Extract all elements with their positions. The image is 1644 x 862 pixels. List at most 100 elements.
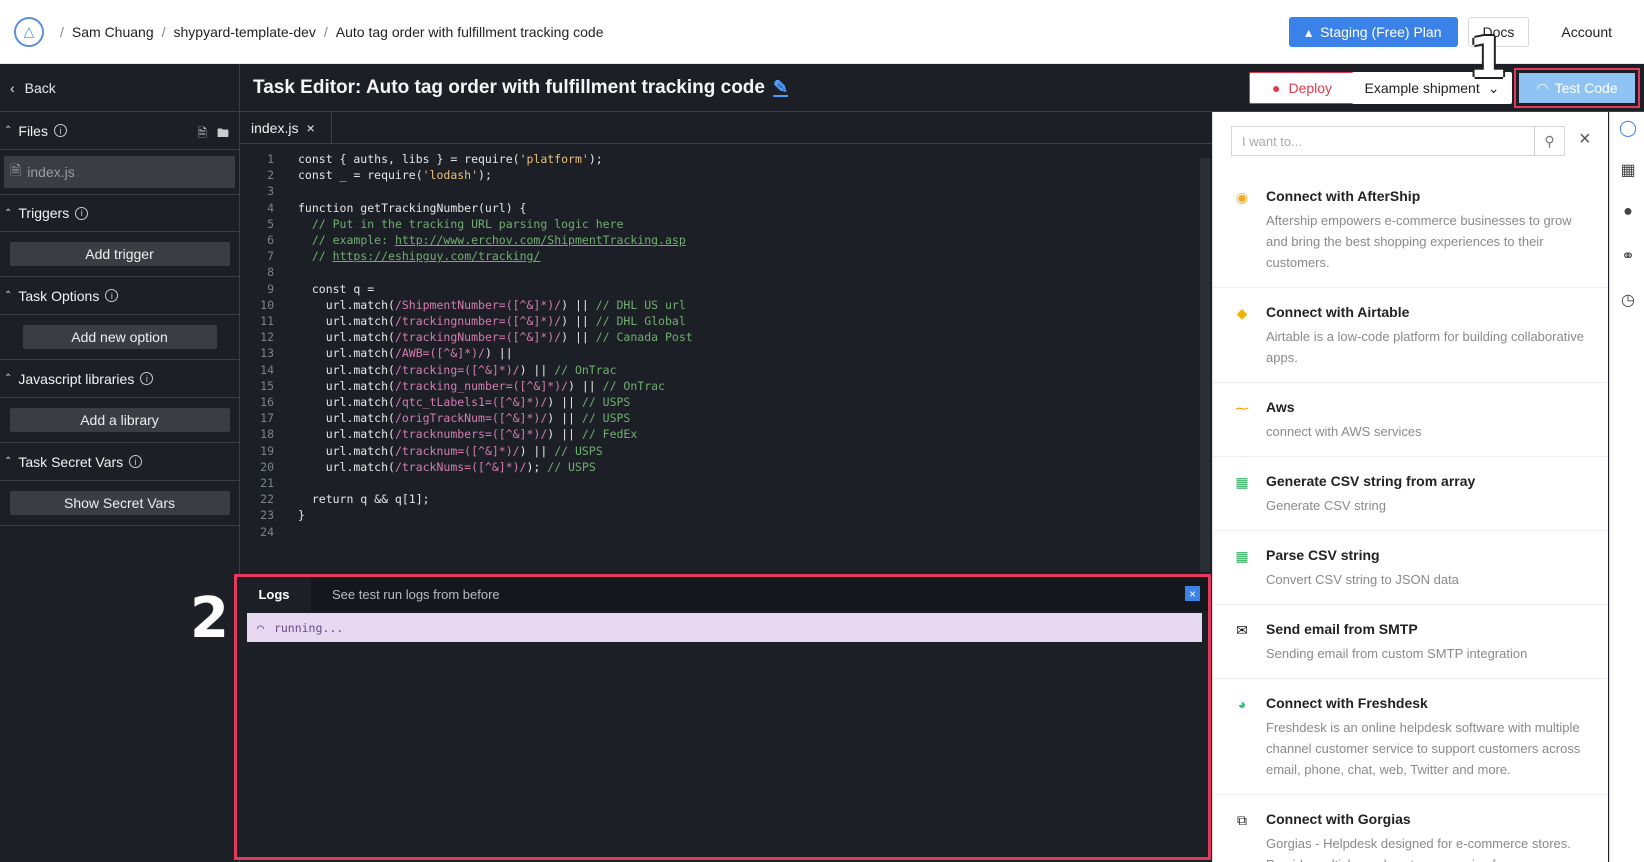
code-text[interactable]: const _ = require('lodash'); (298, 168, 492, 182)
code-line[interactable]: 4 function getTrackingNumber(url) { (240, 201, 1212, 218)
info-icon[interactable]: i (53, 124, 67, 137)
task-options-section-header[interactable]: ⌃ Task Options i (0, 277, 239, 315)
breadcrumb-project[interactable]: shypyard-template-dev (174, 24, 316, 40)
back-button[interactable]: ‹ Back (0, 64, 239, 112)
info-icon[interactable]: i (75, 206, 89, 220)
account-link[interactable]: Account (1539, 24, 1624, 40)
code-line[interactable]: 12 url.match(/trackingNumber=([^&]*)/) |… (240, 330, 1212, 347)
line-number: 3 (267, 184, 274, 199)
code-line[interactable]: 17 url.match(/origTrackNum=([^&]*)/) || … (240, 411, 1212, 428)
integration-item[interactable]: ✉ Send email from SMTP Sending email from … (1213, 605, 1608, 679)
code-text[interactable]: url.match(/trackingNumber=([^&]*)/) || /… (298, 330, 693, 344)
add-trigger-button[interactable]: Add trigger (9, 242, 230, 266)
file-name: index.js (27, 164, 75, 180)
code-line[interactable]: 22 return q && q[1]; (240, 492, 1212, 509)
code-text[interactable]: url.match(/qtc_tLabels1=([^&]*)/) || // … (298, 395, 631, 409)
code-line[interactable]: 11 url.match(/trackingnumber=([^&]*)/) |… (240, 314, 1212, 331)
info-icon[interactable]: i (140, 372, 154, 385)
code-line[interactable]: 24 (240, 525, 1212, 542)
plan-button[interactable]: ▴ Staging (Free) Plan (1289, 17, 1458, 47)
triggers-section-header[interactable]: ⌃ Triggers i (0, 194, 239, 232)
code-text[interactable]: url.match(/tracking=([^&]*)/) || // OnTr… (298, 363, 617, 377)
info-icon[interactable]: i (105, 289, 119, 302)
tab-logs[interactable]: Logs (237, 577, 311, 611)
search-icon[interactable]: ⚲ (1534, 126, 1564, 156)
code-text[interactable]: url.match(/trackNums=([^&]*)/); // USPS (298, 460, 596, 474)
code-scrollbar[interactable] (1200, 158, 1210, 572)
code-line[interactable]: 5 // Put in the tracking URL parsing log… (240, 217, 1212, 234)
code-text[interactable]: const { auths, libs } = require('platfor… (298, 152, 603, 166)
integration-item[interactable]: ⁓ Aws connect with AWS services (1213, 383, 1608, 457)
new-folder-icon[interactable]: 🖿 (217, 124, 229, 145)
code-line[interactable]: 6 // example: http://www.erchov.com/Ship… (240, 233, 1212, 250)
integration-item[interactable]: ◕ Connect with Freshdesk Freshdesk is an o… (1213, 679, 1608, 795)
code-text[interactable]: url.match(/tracking_number=([^&]*)/) || … (298, 379, 665, 393)
code-line[interactable]: 7 // https://eshipguy.com/tracking/ (240, 249, 1212, 266)
add-option-button[interactable]: Add new option (22, 325, 217, 349)
code-line[interactable]: 23} (240, 508, 1212, 525)
info-icon[interactable]: i (129, 455, 143, 468)
deploy-button[interactable]: ● Deploy (1249, 72, 1356, 104)
top-bar: △ / Sam Chuang / shypyard-template-dev /… (0, 0, 1644, 64)
code-line[interactable]: 16 url.match(/qtc_tLabels1=([^&]*)/) || … (240, 395, 1212, 412)
grid-icon[interactable]: ▦ (1618, 160, 1638, 180)
lightbulb-icon[interactable]: ◯ (1618, 118, 1638, 138)
libraries-section-header[interactable]: ⌃ Javascript libraries i (0, 360, 239, 398)
history-icon[interactable]: ◷ (1618, 290, 1638, 310)
secret-vars-section-header[interactable]: ⌃ Task Secret Vars i (0, 443, 239, 481)
code-line[interactable]: 1 const { auths, libs } = require('platfo… (240, 152, 1212, 169)
code-line[interactable]: 13 url.match(/AWB=([^&]*)/) || (240, 346, 1212, 363)
code-line[interactable]: 21 (240, 476, 1212, 493)
code-text[interactable]: url.match(/ShipmentNumber=([^&]*)/) || /… (298, 298, 686, 312)
code-text[interactable]: const q = (298, 282, 374, 296)
loading-spinner-icon: ◠ (1536, 79, 1549, 96)
code-line[interactable]: 18 url.match(/tracknumbers=([^&]*)/) || … (240, 427, 1212, 444)
close-icon[interactable]: × (306, 120, 314, 136)
show-secret-vars-button[interactable]: Show Secret Vars (9, 491, 230, 515)
integration-item[interactable]: ▦ Generate CSV string from array Generate … (1213, 457, 1608, 531)
search-box[interactable]: I want to... ⚲ (1231, 126, 1565, 156)
file-item[interactable]: 🗎 index.js (4, 156, 235, 188)
new-file-icon[interactable]: 🗎 (197, 124, 207, 145)
tab-log-history[interactable]: See test run logs from before (332, 577, 500, 611)
code-text[interactable]: // https://eshipguy.com/tracking/ (298, 249, 541, 263)
code-text[interactable]: url.match(/trackingnumber=([^&]*)/) || /… (298, 314, 686, 328)
close-icon[interactable]: × (1579, 128, 1591, 151)
code-text[interactable]: url.match(/tracknum=([^&]*)/) || // USPS (298, 444, 603, 458)
code-text[interactable]: url.match(/origTrackNum=([^&]*)/) || // … (298, 411, 631, 425)
search-input[interactable]: I want to... (1232, 134, 1534, 149)
code-text[interactable]: // Put in the tracking URL parsing logic… (298, 217, 624, 231)
code-line[interactable]: 3 (240, 184, 1212, 201)
code-line[interactable]: 15 url.match(/tracking_number=([^&]*)/) … (240, 379, 1212, 396)
tab-index-js[interactable]: index.js × (240, 112, 332, 144)
close-icon[interactable]: × (1185, 586, 1200, 601)
code-line[interactable]: 20 url.match(/trackNums=([^&]*)/); // US… (240, 460, 1212, 477)
code-line[interactable]: 10 url.match(/ShipmentNumber=([^&]*)/) |… (240, 298, 1212, 315)
plug-icon[interactable]: ⚭ (1618, 246, 1638, 266)
breadcrumb-user[interactable]: Sam Chuang (72, 24, 154, 40)
logs-tabs: Logs See test run logs from before × (237, 577, 1208, 611)
code-line[interactable]: 8 (240, 265, 1212, 282)
code-text[interactable]: // example: http://www.erchov.com/Shipme… (298, 233, 686, 247)
code-text[interactable]: function getTrackingNumber(url) { (298, 201, 526, 215)
integration-item[interactable]: ⧉ Connect with Gorgias Gorgias - Helpdesk … (1213, 795, 1608, 862)
code-line[interactable]: 14 url.match(/tracking=([^&]*)/) || // O… (240, 363, 1212, 380)
code-line[interactable]: 2 const _ = require('lodash'); (240, 168, 1212, 185)
code-line[interactable]: 19 url.match(/tracknum=([^&]*)/) || // U… (240, 444, 1212, 461)
code-text[interactable]: return q && q[1]; (298, 492, 430, 506)
pencil-icon[interactable]: ✎ (772, 78, 789, 97)
integration-item[interactable]: ▦ Parse CSV string Convert CSV string to J… (1213, 531, 1608, 605)
code-text[interactable]: url.match(/tracknumbers=([^&]*)/) || // … (298, 427, 638, 441)
integration-description: Freshdesk is an online helpdesk software… (1266, 720, 1581, 777)
code-editor[interactable]: 1 const { auths, libs } = require('platfo… (240, 152, 1212, 572)
flame-icon[interactable]: ● (1618, 202, 1638, 222)
code-text[interactable]: } (298, 508, 305, 522)
code-text[interactable]: url.match(/AWB=([^&]*)/) || (298, 346, 513, 360)
test-code-button[interactable]: ◠ Test Code (1519, 73, 1635, 103)
code-line[interactable]: 9 const q = (240, 282, 1212, 299)
add-library-button[interactable]: Add a library (9, 408, 230, 432)
integration-item[interactable]: ◆ Connect with Airtable Airtable is a low-… (1213, 288, 1608, 383)
integration-item[interactable]: ◉ Connect with AfterShip Aftership empower… (1213, 172, 1608, 288)
app-logo-icon[interactable]: △ (14, 16, 44, 47)
files-section-header[interactable]: ⌃ Files i 🗎 🖿 (0, 112, 239, 150)
